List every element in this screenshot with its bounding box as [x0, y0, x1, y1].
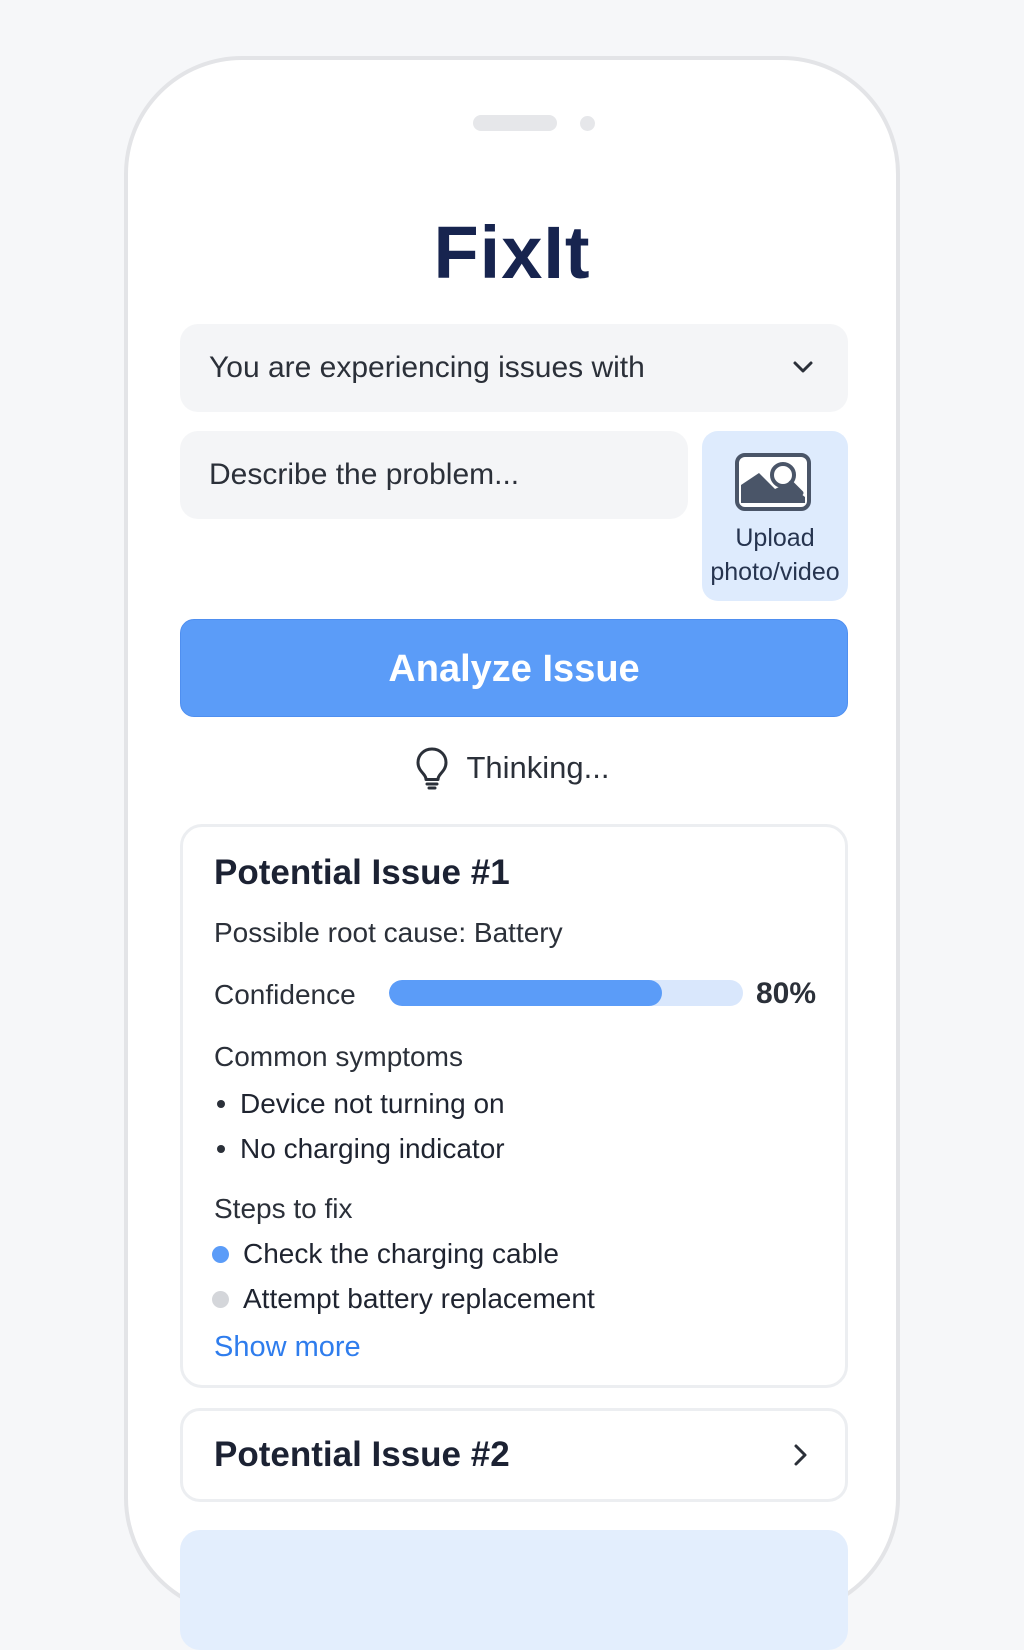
bullet-icon — [217, 1100, 225, 1108]
root-cause-text: Possible root cause: Battery — [214, 917, 563, 948]
steps-label: Steps to fix — [214, 1193, 353, 1224]
phone-camera — [580, 116, 595, 131]
bullet-icon — [217, 1145, 225, 1153]
show-more-link[interactable]: Show more — [214, 1331, 361, 1364]
problem-description-input[interactable] — [180, 431, 688, 519]
confidence-bar — [389, 980, 743, 1006]
step-item[interactable]: Attempt battery replacement — [212, 1283, 595, 1315]
step-text: Check the charging cable — [243, 1238, 559, 1269]
thinking-text: Thinking... — [466, 750, 610, 785]
issue-card-title: Potential Issue #2 — [214, 1435, 510, 1474]
issue-category-value: You are experiencing issues with — [209, 351, 645, 384]
step-item[interactable]: Check the charging cable — [212, 1238, 559, 1270]
issue-card-2[interactable]: Potential Issue #2 — [180, 1408, 848, 1502]
step-status-icon — [212, 1245, 229, 1263]
issue-card-title: Potential Issue #1 — [214, 853, 510, 892]
upload-label-line2: photo/video — [710, 558, 840, 586]
app-title: FixIt — [433, 211, 591, 294]
chevron-right-icon — [794, 1444, 807, 1466]
upload-media-button[interactable]: Upload photo/video — [702, 431, 848, 601]
image-icon — [735, 453, 811, 511]
symptom-item: No charging indicator — [214, 1133, 505, 1165]
confidence-label: Confidence — [214, 979, 356, 1010]
upload-label-line1: Upload — [735, 524, 815, 552]
upload-label: Upload photo/video — [702, 521, 848, 589]
analyze-issue-button[interactable]: Analyze Issue — [180, 619, 848, 717]
issue-card-1: Potential Issue #1 Possible root cause: … — [180, 824, 848, 1388]
confidence-bar-fill — [389, 980, 662, 1006]
phone-frame: FixIt You are experiencing issues with U… — [124, 56, 900, 1650]
lightbulb-icon — [416, 747, 448, 790]
symptom-text: Device not turning on — [240, 1088, 505, 1119]
symptom-text: No charging indicator — [240, 1133, 505, 1164]
symptom-item: Device not turning on — [214, 1088, 505, 1120]
issue-card-3-partial — [180, 1530, 848, 1650]
issue-category-select[interactable]: You are experiencing issues with — [180, 324, 848, 412]
symptoms-label: Common symptoms — [214, 1041, 463, 1072]
thinking-status: Thinking... — [128, 746, 896, 790]
step-text: Attempt battery replacement — [243, 1283, 595, 1314]
chevron-down-icon — [793, 361, 813, 373]
step-status-icon — [212, 1290, 229, 1308]
phone-speaker — [473, 115, 557, 131]
confidence-value: 80% — [756, 977, 817, 1010]
